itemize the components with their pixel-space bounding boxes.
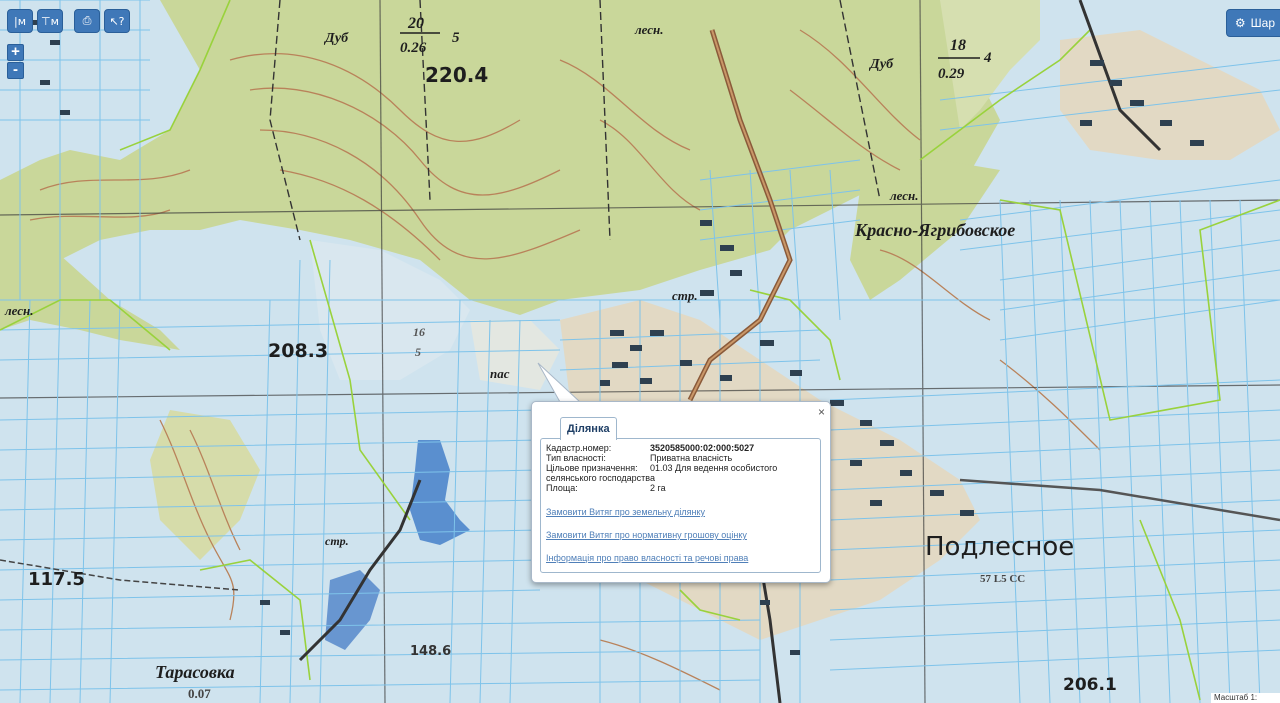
svg-text:стр.: стр. [325, 534, 349, 548]
close-icon[interactable]: × [818, 405, 825, 419]
field-ownership-type: Тип власності: Приватна власність [546, 453, 815, 463]
svg-text:стр.: стр. [672, 288, 698, 303]
cadastral-number-value: 3520585000:02:000:5027 [650, 443, 755, 453]
svg-text:Тарасовка: Тарасовка [155, 662, 235, 682]
parcel-details: Кадастр.номер: 3520585000:02:000:5027 Ти… [540, 438, 821, 573]
svg-text:220.4: 220.4 [425, 63, 488, 87]
zoom-in-button[interactable]: + [7, 44, 24, 61]
field-purpose: Цільове призначення: 01.03 Для ведення о… [546, 463, 815, 473]
svg-text:5: 5 [452, 30, 460, 46]
measure-area-icon[interactable]: ⊤м [37, 9, 63, 33]
svg-text:Подлесное: Подлесное [925, 532, 1074, 562]
svg-text:57 L5 CC: 57 L5 CC [980, 573, 1025, 585]
field-label: Цільове призначення: [546, 463, 638, 473]
svg-text:Дуб: Дуб [868, 57, 894, 72]
print-icon[interactable]: ⎙ [74, 9, 100, 33]
layers-button[interactable]: ⚙ Шар [1225, 9, 1280, 37]
ownership-rights-info-link[interactable]: Інформація про право власності та речові… [546, 553, 815, 563]
field-label: Тип власності: [546, 453, 606, 463]
svg-text:0.29: 0.29 [938, 66, 965, 82]
svg-text:206.1: 206.1 [1063, 675, 1117, 695]
svg-text:пас: пас [490, 366, 510, 381]
svg-text:Дуб: Дуб [323, 31, 349, 46]
svg-text:16: 16 [413, 325, 425, 339]
svg-text:0.26: 0.26 [400, 40, 427, 56]
svg-text:0.07: 0.07 [188, 686, 211, 701]
svg-text:4: 4 [983, 50, 992, 66]
svg-text:18: 18 [950, 37, 966, 54]
purpose-value: 01.03 Для ведення особистого [650, 463, 778, 473]
field-label: Кадастр.номер: [546, 443, 612, 453]
identify-icon[interactable]: ↖? [104, 9, 130, 33]
svg-text:лесн.: лесн. [889, 188, 919, 203]
map-scale: Масштаб 1: [1211, 693, 1280, 703]
purpose-value-continuation: селянського господарства [546, 473, 655, 483]
measure-line-icon[interactable]: |м [7, 9, 33, 33]
field-label: Площа: [546, 483, 578, 493]
svg-text:лесн.: лесн. [4, 303, 34, 318]
zoom-out-button[interactable]: - [7, 62, 24, 79]
svg-text:20: 20 [407, 15, 424, 32]
svg-text:117.5: 117.5 [28, 569, 85, 590]
gear-icon: ⚙ [1234, 16, 1246, 30]
cadastral-map[interactable]: Дуб 20 0.26 5 220.4 Дуб 18 0.29 4 лесн. … [0, 0, 1280, 703]
area-value: 2 га [650, 483, 666, 493]
zoom-control: + - [7, 44, 24, 79]
svg-text:лесн.: лесн. [634, 22, 664, 37]
field-area: Площа: 2 га [546, 483, 815, 493]
parcel-info-popup: × Ділянка Кадастр.номер: 3520585000:02:0… [531, 401, 831, 583]
order-valuation-extract-link[interactable]: Замовити Витяг про нормативну грошову оц… [546, 530, 815, 540]
svg-text:5: 5 [415, 345, 421, 359]
field-cadastral-number: Кадастр.номер: 3520585000:02:000:5027 [546, 443, 815, 453]
svg-text:Красно-Ягрибовское: Красно-Ягрибовское [854, 220, 1015, 240]
ownership-type-value: Приватна власність [650, 453, 733, 463]
order-parcel-extract-link[interactable]: Замовити Витяг про земельну ділянку [546, 507, 815, 517]
svg-text:148.6: 148.6 [410, 644, 451, 659]
map-toolbar: |м ⊤м ⎙ ↖? [7, 9, 130, 33]
layers-button-label: Шар [1250, 16, 1275, 30]
popup-pointer [537, 362, 582, 403]
tab-parcel[interactable]: Ділянка [560, 417, 617, 440]
svg-text:208.3: 208.3 [268, 340, 328, 362]
